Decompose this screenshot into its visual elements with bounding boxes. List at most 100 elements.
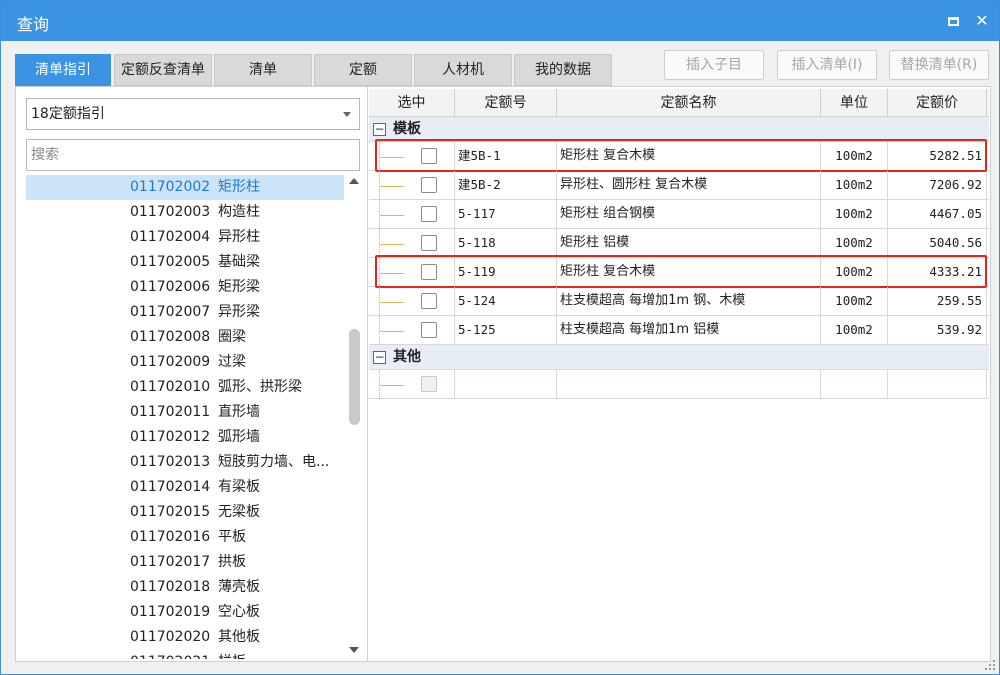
list-item-code: 011702002	[130, 179, 211, 195]
list-item-code: 011702008	[130, 329, 211, 345]
list-item[interactable]: 011702006 矩形梁	[26, 275, 344, 300]
replace-list-button[interactable]: 替换清单(R)	[889, 50, 989, 80]
row-checkbox[interactable]	[421, 264, 437, 280]
search-input[interactable]	[26, 139, 360, 171]
list-item[interactable]: 011702020 其他板	[26, 625, 344, 650]
guide-dropdown[interactable]: 18定额指引	[26, 98, 360, 130]
list-item[interactable]: 011702009 过梁	[26, 350, 344, 375]
insert-list-button[interactable]: 插入清单(I)	[777, 50, 877, 80]
list-item-code: 011702017	[130, 554, 211, 570]
list-item-name: 薄壳板	[218, 579, 260, 595]
list-item[interactable]: 011702021栏板	[26, 650, 344, 659]
insert-child-button[interactable]: 插入子目	[664, 50, 764, 80]
code-cell: 5-125	[455, 316, 557, 345]
list-item-name: 栏板	[218, 654, 246, 659]
list-item-name: 构造柱	[218, 204, 260, 220]
list-item[interactable]: 011702007 异形梁	[26, 300, 344, 325]
table-row[interactable]: 建5B-1 矩形柱 复合木模 100m2 5282.51	[369, 142, 989, 171]
title-bar[interactable]: 查询 ✕	[1, 1, 999, 41]
content-area: 18定额指引 011702002 矩形柱 011702003 构造柱 011702004…	[15, 86, 991, 662]
list-item[interactable]: 011702018 薄壳板	[26, 575, 344, 600]
list-item-name: 其他板	[218, 629, 260, 645]
row-checkbox[interactable]	[421, 206, 437, 222]
code-cell: 建5B-1	[455, 142, 557, 171]
table-row[interactable]: 5-119 矩形柱 复合木模 100m2 4333.21	[369, 258, 989, 287]
header-price[interactable]: 定额价	[888, 89, 987, 117]
list-item-name: 拱板	[218, 554, 246, 570]
list-item[interactable]: 011702002 矩形柱	[26, 175, 344, 200]
list-item[interactable]: 011702013 短肢剪力墙、电...	[26, 450, 344, 475]
table-row[interactable]: 建5B-2 异形柱、圆形柱 复合木模 100m2 7206.92	[369, 171, 989, 200]
list-item[interactable]: 011702003 构造柱	[26, 200, 344, 225]
table-row[interactable]: 5-118 矩形柱 铝模 100m2 5040.56	[369, 229, 989, 258]
table-row[interactable]	[369, 370, 989, 399]
left-scrollbar[interactable]	[346, 175, 362, 659]
unit-cell: 100m2	[821, 171, 888, 200]
row-checkbox[interactable]	[421, 148, 437, 164]
row-checkbox[interactable]	[421, 235, 437, 251]
price-cell: 259.55	[888, 287, 987, 316]
collapse-icon[interactable]: −	[373, 351, 386, 364]
select-cell	[369, 287, 455, 316]
tab-my-data[interactable]: 我的数据	[514, 54, 612, 86]
list-item[interactable]: 011702008 圈梁	[26, 325, 344, 350]
scroll-thumb[interactable]	[349, 329, 360, 425]
list-item-name: 矩形柱	[218, 179, 260, 195]
select-cell	[369, 370, 455, 399]
list-item-code: 011702011	[130, 404, 211, 420]
header-unit[interactable]: 单位	[821, 89, 888, 117]
list-item[interactable]: 011702015 无梁板	[26, 500, 344, 525]
table-row[interactable]: 5-117 矩形柱 组合钢模 100m2 4467.05	[369, 200, 989, 229]
name-cell: 矩形柱 铝模	[557, 229, 821, 258]
list-item[interactable]: 011702012 弧形墙	[26, 425, 344, 450]
list-item-code: 011702003	[130, 204, 211, 220]
maximize-icon[interactable]	[942, 10, 964, 32]
guide-dropdown-value: 18定额指引	[31, 106, 105, 122]
list-item[interactable]: 011702017 拱板	[26, 550, 344, 575]
price-cell: 5040.56	[888, 229, 987, 258]
list-item-code: 011702015	[130, 504, 211, 520]
list-item[interactable]: 011702010 弧形、拱形梁	[26, 375, 344, 400]
list-item-code: 011702009	[130, 354, 211, 370]
unit-cell: 100m2	[821, 200, 888, 229]
header-code[interactable]: 定额号	[455, 89, 557, 117]
group-label: 其他	[393, 349, 421, 365]
list-item-code: 011702021	[130, 650, 218, 659]
table-row[interactable]: 5-124 柱支模超高 每增加1m 钢、木模 100m2 259.55	[369, 287, 989, 316]
table-row[interactable]: 5-125 柱支模超高 每增加1m 铝模 100m2 539.92	[369, 316, 989, 345]
select-cell	[369, 258, 455, 287]
list-item[interactable]: 011702014 有梁板	[26, 475, 344, 500]
list-item-name: 圈梁	[218, 329, 246, 345]
tree-connector	[379, 258, 405, 287]
tab-list[interactable]: 清单	[214, 54, 312, 86]
unit-cell: 100m2	[821, 142, 888, 171]
list-item[interactable]: 011702004 异形柱	[26, 225, 344, 250]
resize-grip-icon[interactable]	[985, 660, 995, 670]
code-cell: 5-117	[455, 200, 557, 229]
group-label: 模板	[393, 121, 421, 137]
tab-list-guide[interactable]: 清单指引	[15, 54, 111, 86]
list-item-code: 011702018	[130, 579, 211, 595]
name-cell: 柱支模超高 每增加1m 铝模	[557, 316, 821, 345]
row-checkbox[interactable]	[421, 293, 437, 309]
row-checkbox[interactable]	[421, 177, 437, 193]
list-item[interactable]: 011702005 基础梁	[26, 250, 344, 275]
tab-quota[interactable]: 定额	[314, 54, 412, 86]
scroll-down-icon[interactable]	[349, 647, 359, 653]
list-item-name: 基础梁	[218, 254, 260, 270]
tree-connector	[379, 370, 405, 399]
collapse-icon[interactable]: −	[373, 123, 386, 136]
header-name[interactable]: 定额名称	[557, 89, 821, 117]
list-item[interactable]: 011702019 空心板	[26, 600, 344, 625]
row-checkbox[interactable]	[421, 322, 437, 338]
tree-connector	[379, 142, 405, 171]
scroll-up-icon[interactable]	[349, 178, 359, 184]
list-item[interactable]: 011702016 平板	[26, 525, 344, 550]
tab-quota-reverse-lookup[interactable]: 定额反查清单	[114, 54, 212, 86]
tab-labor-material-machine[interactable]: 人材机	[414, 54, 512, 86]
list-item[interactable]: 011702011 直形墙	[26, 400, 344, 425]
header-select[interactable]: 选中	[369, 89, 455, 117]
unit-cell: 100m2	[821, 287, 888, 316]
list-tree: 011702002 矩形柱 011702003 构造柱 011702004 异形柱 0117…	[26, 175, 344, 659]
close-icon[interactable]: ✕	[971, 10, 993, 32]
